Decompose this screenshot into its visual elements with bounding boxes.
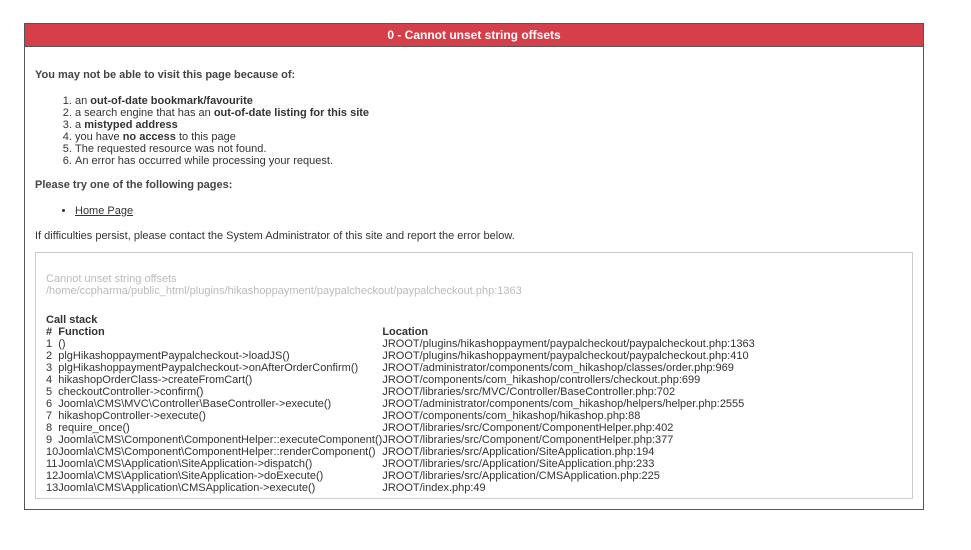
table-row: 2 plgHikashoppaymentPaypalcheckout->loadJ…: [46, 350, 755, 362]
stack-function: hikashopOrderClass->createFromCart(): [58, 374, 253, 386]
reason-item: a search engine that has an out-of-date …: [75, 107, 913, 119]
error-title-bar: 0 - Cannot unset string offsets: [25, 24, 923, 47]
callstack-body: 1 () JROOT/plugins/hikashoppayment/paypalc…: [46, 338, 755, 494]
table-row: 5 checkoutController->confirm() JROOT/libr…: [46, 386, 755, 398]
table-row: 1 () JROOT/plugins/hikashoppayment/paypalc…: [46, 338, 755, 350]
stack-num: 7: [46, 410, 53, 422]
stack-function: hikashopController->execute(): [58, 410, 206, 422]
error-details-box: Cannot unset string offsets /home/ccphar…: [35, 252, 913, 499]
stack-function: require_once(): [58, 422, 130, 434]
stack-function: Joomla\CMS\Application\CMSApplication->e…: [58, 482, 316, 494]
stack-location: JROOT/administrator/components/com_hikas…: [382, 398, 745, 410]
stack-location: JROOT/libraries/src/Component/ComponentH…: [382, 434, 674, 446]
table-row: 13 Joomla\CMS\Application\CMSApplication-…: [46, 482, 755, 494]
list-item: Home Page: [75, 205, 913, 217]
reason-text-bold: mistyped address: [84, 119, 178, 131]
pages-list: Home Page: [35, 205, 913, 217]
column-header-num: #: [46, 326, 53, 338]
stack-num: 9: [46, 434, 53, 446]
stack-num: 6: [46, 398, 53, 410]
reason-text-pre: An error has occurred while processing y…: [75, 155, 334, 167]
stack-location: JROOT/libraries/src/Component/ComponentH…: [382, 422, 674, 434]
callstack-header-row: # Function Location: [46, 326, 755, 338]
error-message: Cannot unset string offsets: [46, 273, 177, 285]
reason-text-bold: out-of-date bookmark/favourite: [90, 95, 253, 107]
reason-item: you have no access to this page: [75, 131, 913, 143]
reason-text-bold: no access: [122, 131, 176, 143]
callstack-table: # Function Location 1 () JROOT/plugins/hik…: [46, 326, 755, 494]
stack-function: Joomla\CMS\Application\SiteApplication->…: [58, 458, 313, 470]
table-row: 3 plgHikashoppaymentPaypalcheckout->onAft…: [46, 362, 755, 374]
stack-location: JROOT/index.php:49: [382, 482, 486, 494]
reason-text-pre: you have: [75, 131, 123, 143]
stack-function: plgHikashoppaymentPaypalcheckout->onAfte…: [58, 362, 359, 374]
stack-num: 12: [46, 470, 59, 482]
error-path: /home/ccpharma/public_html/plugins/hikas…: [46, 285, 522, 297]
stack-num: 3: [46, 362, 53, 374]
stack-num: 2: [46, 350, 53, 362]
stack-function: plgHikashoppaymentPaypalcheckout->loadJS…: [58, 350, 290, 362]
stack-location: JROOT/libraries/src/Application/SiteAppl…: [382, 458, 655, 470]
error-content: You may not be able to visit this page b…: [25, 69, 923, 242]
stack-location: JROOT/components/com_hikashop/controller…: [382, 374, 701, 386]
stack-location: JROOT/libraries/src/MVC/Controller/BaseC…: [382, 386, 676, 398]
table-row: 7 hikashopController->execute() JROOT/comp…: [46, 410, 755, 422]
stack-location: JROOT/libraries/src/Application/CMSAppli…: [382, 470, 660, 482]
stack-function: checkoutController->confirm(): [58, 386, 204, 398]
reason-item: An error has occurred while processing y…: [75, 155, 913, 167]
persist-message: If difficulties persist, please contact …: [35, 230, 515, 242]
stack-function: Joomla\CMS\MVC\Controller\BaseController…: [58, 398, 332, 410]
stack-num: 1: [46, 338, 53, 350]
try-pages-title: Please try one of the following pages:: [35, 179, 233, 191]
reason-item: a mistyped address: [75, 119, 913, 131]
stack-location: JROOT/plugins/hikashoppayment/paypalchec…: [382, 350, 749, 362]
stack-num: 8: [46, 422, 53, 434]
stack-location: JROOT/libraries/src/Application/SiteAppl…: [382, 446, 655, 458]
reason-text-pre: The requested resource was not found.: [75, 143, 267, 155]
reason-text-pre: a search engine that has an: [75, 107, 214, 119]
table-row: 12 Joomla\CMS\Application\SiteApplication…: [46, 470, 755, 482]
stack-location: JROOT/components/com_hikashop/hikashop.p…: [382, 410, 641, 422]
column-header-function: Function: [58, 326, 105, 338]
table-row: 11 Joomla\CMS\Application\SiteApplication…: [46, 458, 755, 470]
stack-num: 11: [46, 458, 58, 470]
stack-num: 5: [46, 386, 53, 398]
table-row: 6 Joomla\CMS\MVC\Controller\BaseControlle…: [46, 398, 755, 410]
reason-text-post: to this page: [175, 131, 236, 143]
reason-text-bold: out-of-date listing for this site: [213, 107, 370, 119]
table-row: 8 require_once() JROOT/libraries/src/Compo…: [46, 422, 755, 434]
column-header-location: Location: [382, 326, 429, 338]
stack-function: Joomla\CMS\Component\ComponentHelper::ex…: [58, 434, 383, 446]
stack-function: Joomla\CMS\Component\ComponentHelper::re…: [58, 446, 376, 458]
table-row: 4 hikashopOrderClass->createFromCart() JRO…: [46, 374, 755, 386]
stack-num: 4: [46, 374, 53, 386]
reason-text-pre: an: [75, 95, 91, 107]
reasons-list: an out-of-date bookmark/favouritea searc…: [35, 95, 913, 167]
stack-function: (): [58, 338, 66, 350]
reason-text-pre: a: [75, 119, 85, 131]
reason-item: The requested resource was not found.: [75, 143, 913, 155]
stack-num: 10: [46, 446, 59, 458]
stack-function: Joomla\CMS\Application\SiteApplication->…: [58, 470, 324, 482]
stack-location: JROOT/administrator/components/com_hikas…: [382, 362, 734, 374]
stack-location: JROOT/plugins/hikashoppayment/paypalchec…: [382, 338, 755, 350]
table-row: 9 Joomla\CMS\Component\ComponentHelper::e…: [46, 434, 755, 446]
reason-item: an out-of-date bookmark/favourite: [75, 95, 913, 107]
table-row: 10 Joomla\CMS\Component\ComponentHelper::…: [46, 446, 755, 458]
home-page-link[interactable]: Home Page: [75, 205, 133, 217]
error-page-container: 0 - Cannot unset string offsets You may …: [24, 23, 924, 510]
stack-num: 13: [46, 482, 59, 494]
callstack-title: Call stack: [46, 314, 98, 326]
reasons-title: You may not be able to visit this page b…: [35, 69, 296, 81]
